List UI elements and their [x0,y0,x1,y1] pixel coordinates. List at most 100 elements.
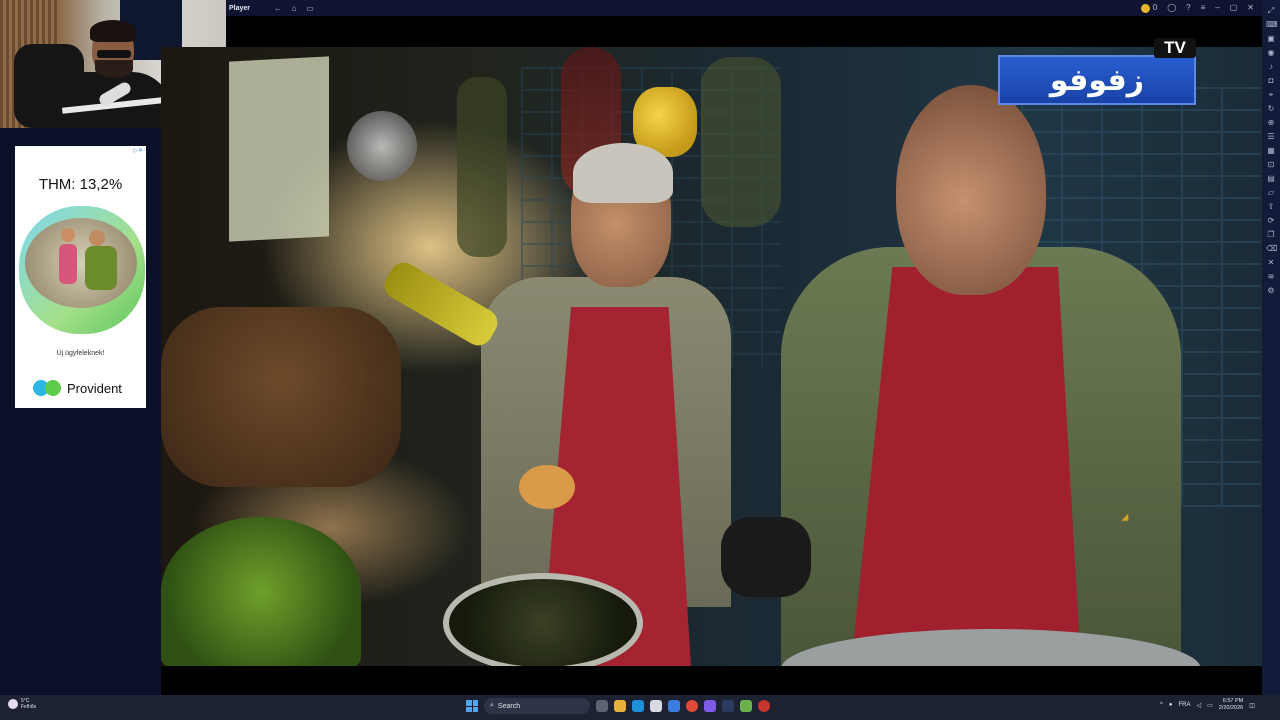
expand-icon[interactable]: ⤢ [1266,6,1276,16]
system-tray: ^ ● FRA ◁ ▭ 6:57 PM 2/20/2026 ◫ [1160,698,1255,712]
search-placeholder: Search [497,702,521,710]
advertisement[interactable]: ▷✕ THM: 13,2% Új ügyfeleknek! Provident [15,146,146,408]
ad-subtext: Új ügyfeleknek! [56,350,105,357]
wall-poster [229,56,329,242]
ad-headline: THM: 13,2% [38,176,123,193]
wall-fan [347,111,417,181]
crop-icon[interactable]: ⊡ [1266,160,1276,170]
rotate-icon[interactable]: ⟳ [1266,216,1276,226]
coin-counter[interactable]: 0 [1140,3,1158,13]
gamepad-icon[interactable]: ⊕ [1266,118,1276,128]
battery-icon[interactable]: ▭ [1207,702,1213,709]
eraser-icon[interactable]: ⌫ [1266,244,1277,254]
language-indicator[interactable]: FRA [1178,702,1190,708]
screen-icon[interactable]: ▣ [1266,34,1276,44]
grid-icon[interactable]: ▦ [1266,146,1276,156]
notification-icon[interactable]: ◫ [1249,702,1255,709]
cook-1-hair [573,143,673,203]
cloud-icon [8,699,18,709]
ad-person-2 [85,246,117,290]
taskbar-clock[interactable]: 6:57 PM 2/20/2026 [1219,698,1243,712]
bread-bun [519,465,575,509]
hanging-herbs [457,77,507,257]
image-icon[interactable]: ▤ [1266,174,1276,184]
clock-time: 6:57 PM [1222,698,1244,704]
black-glove [721,517,811,597]
trash-icon[interactable]: ✕ [1266,258,1276,268]
provident-logo-icon [33,380,63,396]
steam-icon[interactable] [722,700,734,712]
bowl-olives [443,573,643,666]
home-icon[interactable]: ⌂ [288,4,300,13]
help-icon[interactable]: ? [1186,3,1190,12]
edge-browser-icon[interactable] [632,700,644,712]
video-letterbox-top [226,16,1262,47]
windows-taskbar: 5°C Felhős ⌕ Search ^ ● FRA ◁ ▭ 6:57 PM … [0,695,1280,720]
discord-icon[interactable] [704,700,716,712]
olive-oil-bottle [379,257,503,351]
coin-count: 0 [1152,3,1158,13]
location-icon[interactable]: ⌖ [1266,90,1276,100]
ad-choices-icon[interactable]: ▷✕ [133,147,143,154]
ad-family-photo [25,218,137,308]
keyboard-icon[interactable]: ⌨ [1266,20,1278,30]
folder-icon[interactable]: ▱ [1266,188,1276,198]
copy-icon[interactable]: ❐ [1266,230,1276,240]
weather-condition: Felhős [21,704,37,710]
weather-text: 5°C Felhős [21,698,36,710]
chevron-up-icon[interactable]: ^ [1160,702,1163,708]
user-icon[interactable]: ◯ [1167,3,1176,12]
minimize-icon[interactable]: – [1215,3,1219,12]
channel-logo: زفوفو [998,55,1196,105]
tool-rail: ⤢ ⌨ ▣ ◉ ♪ ◘ ⌖ ↻ ⊕ ☰ ▦ ⊡ ▤ ▱ ⇪ ⟳ ❐ ⌫ ✕ ≋ … [1262,0,1280,695]
bowl-green-peppers [161,517,361,666]
bluestacks-icon[interactable] [740,700,752,712]
taskbar-apps: ⌕ Search [466,698,770,714]
back-arrow-icon[interactable]: ← [272,4,284,13]
streamer-hair [90,20,136,42]
video-frame[interactable] [161,47,1262,666]
clock-date: 2/20/2026 [1218,705,1244,711]
player-app-icon[interactable] [758,700,770,712]
maximize-icon[interactable]: ▢ [1230,3,1238,12]
settings-icon[interactable]: ⚙ [1266,286,1276,296]
tabs-icon[interactable]: ▭ [304,4,316,13]
ad-person-1-head [61,228,75,242]
file-explorer-icon[interactable] [614,700,626,712]
channel-logo-text: زفوفو [1049,62,1145,98]
titlebar-nav: ← ⌂ ▭ [272,4,316,13]
windows-start-icon[interactable] [466,700,478,712]
ad-brand[interactable]: Provident [33,380,122,396]
store-icon[interactable] [650,700,662,712]
weather-widget[interactable]: 5°C Felhős [8,698,36,710]
speaker-icon[interactable]: ◁ [1196,702,1201,709]
record-icon[interactable]: ◉ [1266,48,1276,58]
layers-icon[interactable]: ☰ [1266,132,1276,142]
mic-icon[interactable]: ● [1169,702,1173,708]
camera-icon[interactable]: ◘ [1266,76,1276,86]
close-icon[interactable]: ✕ [1247,3,1254,12]
window-title: Player [229,4,251,12]
share-icon[interactable]: ⇪ [1266,202,1276,212]
chrome-icon[interactable] [686,700,698,712]
menu-icon[interactable]: ≡ [1201,3,1206,12]
mail-icon[interactable] [668,700,680,712]
volume-icon[interactable]: ♪ [1266,62,1276,72]
hanging-herbs-2 [701,57,781,227]
stack-icon[interactable]: ≋ [1266,272,1276,282]
video-letterbox-bottom [161,666,1262,695]
titlebar-controls: 0 ◯ ? ≡ – ▢ ✕ [1140,3,1262,13]
ad-brand-name: Provident [67,380,122,396]
cook-2-head [896,85,1046,295]
streamer-glasses [97,50,131,58]
taskbar-search[interactable]: ⌕ Search [484,698,590,714]
player-titlebar: Player ← ⌂ ▭ 0 ◯ ? ≡ – ▢ ✕ [226,0,1262,16]
ad-person-2-head [89,230,105,246]
coin-icon [1140,3,1150,13]
search-icon: ⌕ [490,702,494,709]
task-view-icon[interactable] [596,700,608,712]
streamer-beard [95,60,133,78]
refresh-icon[interactable]: ↻ [1266,104,1276,114]
bread-loaves [161,307,401,487]
channel-tv-badge: TV [1154,38,1196,58]
